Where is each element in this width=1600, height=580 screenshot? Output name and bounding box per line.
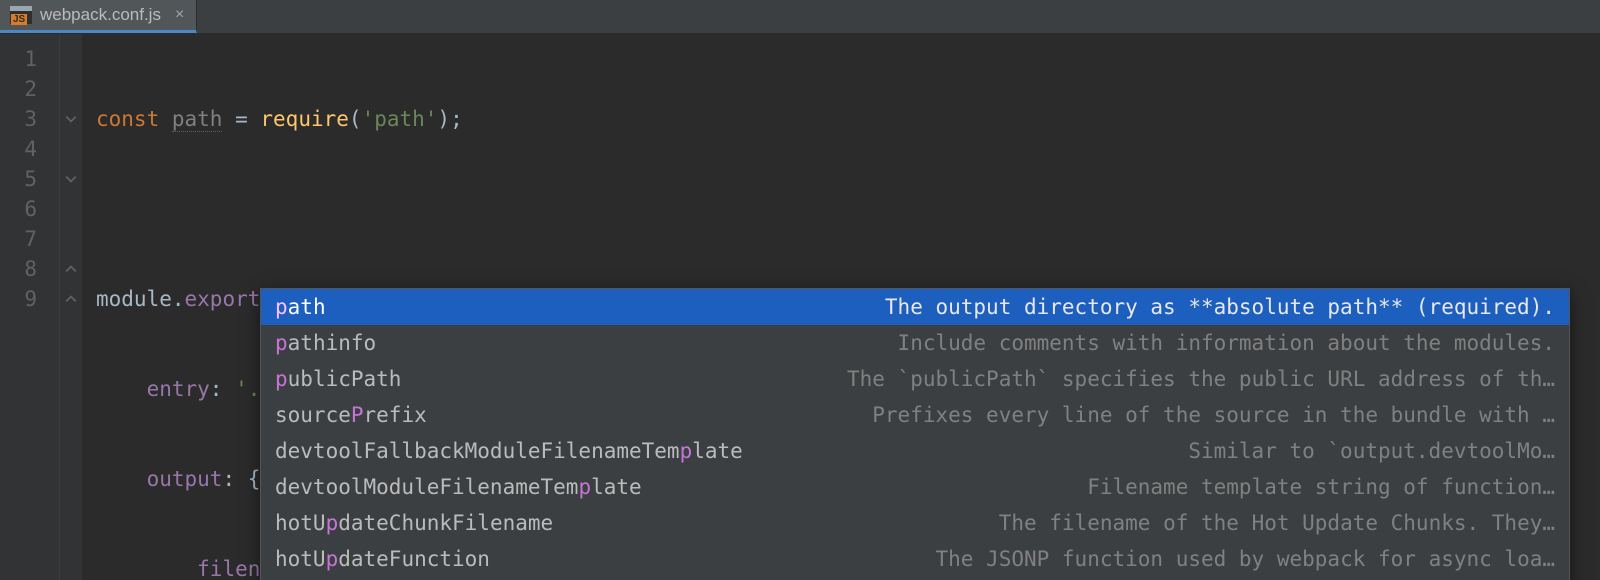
autocomplete-item[interactable]: pathThe output directory as **absolute p… bbox=[261, 289, 1569, 325]
fold-open-icon[interactable] bbox=[60, 164, 82, 194]
editor-area: 1 2 3 4 5 6 7 8 9 const path = require('… bbox=[0, 34, 1600, 580]
line-number: 6 bbox=[0, 194, 59, 224]
autocomplete-item-name: path bbox=[275, 289, 350, 325]
fold-close-icon[interactable] bbox=[60, 284, 82, 314]
autocomplete-item[interactable]: hotUpdateChunkFilenameThe filename of th… bbox=[261, 505, 1569, 541]
line-number: 1 bbox=[0, 44, 59, 74]
autocomplete-popup: pathThe output directory as **absolute p… bbox=[260, 288, 1570, 580]
line-number: 2 bbox=[0, 74, 59, 104]
fold-gutter bbox=[60, 34, 82, 580]
autocomplete-item-name: devtoolModuleFilenameTemplate bbox=[275, 469, 666, 505]
autocomplete-item-description: Filename template string of function… bbox=[666, 469, 1555, 505]
autocomplete-item-name: pathinfo bbox=[275, 325, 400, 361]
autocomplete-item-description: The output directory as **absolute path*… bbox=[350, 289, 1555, 325]
string: 'path' bbox=[362, 107, 438, 131]
autocomplete-item[interactable]: devtoolModuleFilenameTemplateFilename te… bbox=[261, 469, 1569, 505]
identifier: path bbox=[172, 107, 223, 132]
autocomplete-item-name: sourcePrefix bbox=[275, 397, 451, 433]
autocomplete-item-name: publicPath bbox=[275, 361, 425, 397]
function: require bbox=[260, 107, 349, 131]
line-number: 3 bbox=[0, 104, 59, 134]
autocomplete-item-description: Prefixes every line of the source in the… bbox=[451, 397, 1555, 433]
autocomplete-item-description: The filename of the Hot Update Chunks. T… bbox=[577, 505, 1555, 541]
line-number-gutter: 1 2 3 4 5 6 7 8 9 bbox=[0, 34, 60, 580]
fold-close-icon[interactable] bbox=[60, 254, 82, 284]
tab-bar: webpack.conf.js × bbox=[0, 0, 1600, 34]
line-number: 5 bbox=[0, 164, 59, 194]
autocomplete-item[interactable]: publicPathThe `publicPath` specifies the… bbox=[261, 361, 1569, 397]
line-number: 8 bbox=[0, 254, 59, 284]
line-number: 4 bbox=[0, 134, 59, 164]
autocomplete-item[interactable]: sourcePrefixPrefixes every line of the s… bbox=[261, 397, 1569, 433]
editor-tab[interactable]: webpack.conf.js × bbox=[0, 0, 197, 33]
autocomplete-item-description: The `publicPath` specifies the public UR… bbox=[425, 361, 1555, 397]
autocomplete-item-description: Similar to `output.devtoolMo… bbox=[767, 433, 1555, 469]
autocomplete-item[interactable]: hotUpdateFunctionThe JSONP function used… bbox=[261, 541, 1569, 577]
autocomplete-item[interactable]: pathinfoInclude comments with informatio… bbox=[261, 325, 1569, 361]
keyword: const bbox=[96, 107, 159, 131]
line-number: 7 bbox=[0, 224, 59, 254]
close-icon[interactable]: × bbox=[175, 6, 184, 24]
line-number: 9 bbox=[0, 284, 59, 314]
autocomplete-item-name: devtoolFallbackModuleFilenameTemplate bbox=[275, 433, 767, 469]
js-file-icon bbox=[10, 6, 32, 24]
tab-filename: webpack.conf.js bbox=[40, 5, 161, 25]
autocomplete-item-description: The JSONP function used by webpack for a… bbox=[514, 541, 1555, 577]
autocomplete-item-name: hotUpdateFunction bbox=[275, 541, 514, 577]
autocomplete-item[interactable]: devtoolFallbackModuleFilenameTemplateSim… bbox=[261, 433, 1569, 469]
autocomplete-item-name: hotUpdateChunkFilename bbox=[275, 505, 577, 541]
fold-open-icon[interactable] bbox=[60, 104, 82, 134]
autocomplete-item-description: Include comments with information about … bbox=[400, 325, 1555, 361]
